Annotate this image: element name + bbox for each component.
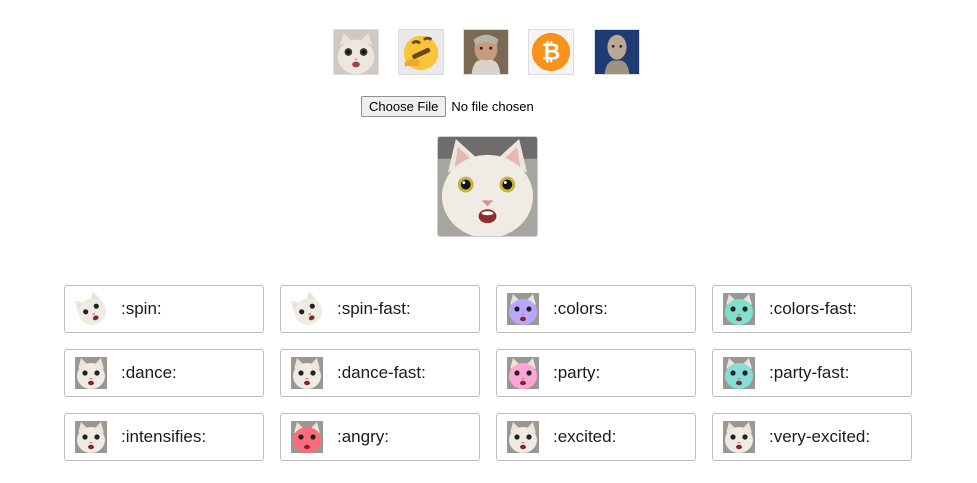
effect-thumbnail: [291, 357, 323, 389]
effect-tile[interactable]: :excited:: [496, 413, 696, 461]
cat-face-icon: [75, 293, 107, 325]
preset-bitcoin[interactable]: ₿: [528, 29, 574, 75]
effect-tile[interactable]: :dance:: [64, 349, 264, 397]
cat-face-icon: [507, 293, 539, 325]
file-status-text: No file chosen: [451, 99, 534, 114]
effect-label: :excited:: [553, 427, 617, 446]
cat-face-icon: [75, 357, 107, 389]
thinking-emoji-icon: [399, 30, 443, 74]
effect-tile[interactable]: :party-fast:: [712, 349, 912, 397]
effect-label: :spin-fast:: [337, 299, 411, 318]
cat-face-icon: [723, 421, 755, 453]
effect-tile[interactable]: :very-excited:: [712, 413, 912, 461]
effect-thumbnail: [291, 293, 323, 325]
cat-face-icon: [723, 357, 755, 389]
file-input[interactable]: Choose File No file chosen: [361, 96, 534, 117]
effect-label: :party-fast:: [769, 363, 850, 382]
effect-label: :party:: [553, 363, 601, 382]
cat-face-icon: [75, 421, 107, 453]
effect-tile[interactable]: :colors:: [496, 285, 696, 333]
effect-thumbnail: [291, 421, 323, 453]
effect-label: :dance:: [121, 363, 177, 382]
effect-label: :spin:: [121, 299, 162, 318]
effect-label: :colors:: [553, 299, 608, 318]
effect-thumbnail: [507, 293, 539, 325]
cat-face-icon: [291, 357, 323, 389]
cat-face-icon: [334, 30, 378, 74]
preset-thinking[interactable]: [398, 29, 444, 75]
effect-thumbnail: [75, 421, 107, 453]
effect-thumbnail: [723, 293, 755, 325]
effect-label: :dance-fast:: [337, 363, 426, 382]
effect-thumbnail: [75, 357, 107, 389]
preset-cat[interactable]: [333, 29, 379, 75]
cat-face-icon: [507, 421, 539, 453]
effect-tile[interactable]: :spin-fast:: [280, 285, 480, 333]
effect-tile[interactable]: :intensifies:: [64, 413, 264, 461]
cat-face-icon: [291, 293, 323, 325]
effect-tile[interactable]: :angry:: [280, 413, 480, 461]
effect-thumbnail: [507, 357, 539, 389]
bitcoin-icon: ₿: [529, 30, 573, 74]
svg-text:₿: ₿: [542, 39, 561, 65]
effect-thumbnail: [75, 293, 107, 325]
effect-label: :angry:: [337, 427, 389, 446]
effect-label: :very-excited:: [769, 427, 871, 446]
preset-meme-man[interactable]: [594, 29, 640, 75]
cat-face-icon: [723, 293, 755, 325]
preset-wizard[interactable]: [463, 29, 509, 75]
effect-thumbnail: [507, 421, 539, 453]
effect-tile[interactable]: :party:: [496, 349, 696, 397]
effect-tile[interactable]: :dance-fast:: [280, 349, 480, 397]
effect-tile[interactable]: :spin:: [64, 285, 264, 333]
cat-face-icon: [291, 421, 323, 453]
cat-face-icon: [438, 137, 537, 236]
effect-thumbnail: [723, 421, 755, 453]
old-wizard-icon: [464, 30, 508, 74]
effect-thumbnail: [723, 357, 755, 389]
meme-man-icon: [595, 30, 639, 74]
effect-label: :colors-fast:: [769, 299, 857, 318]
image-preview: [437, 136, 538, 237]
choose-file-button[interactable]: Choose File: [361, 96, 447, 117]
preset-image-row: ₿: [333, 29, 643, 77]
cat-face-icon: [507, 357, 539, 389]
effect-tile[interactable]: :colors-fast:: [712, 285, 912, 333]
effect-label: :intensifies:: [121, 427, 207, 446]
